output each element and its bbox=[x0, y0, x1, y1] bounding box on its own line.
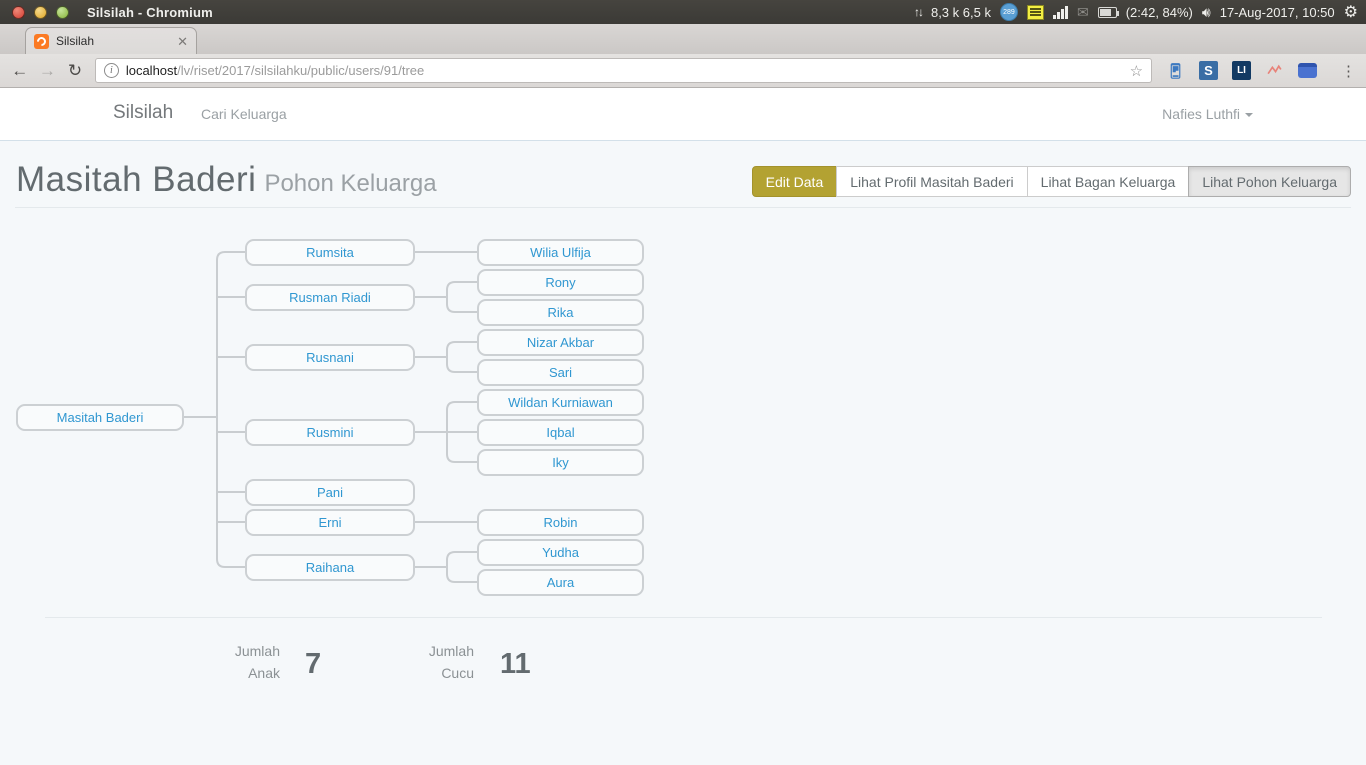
tree-node-nizar-akbar[interactable]: Nizar Akbar bbox=[477, 329, 644, 356]
tree-node-pani[interactable]: Pani bbox=[245, 479, 415, 506]
jumlah-cucu-value: 11 bbox=[500, 648, 531, 681]
tree-node-rumsita[interactable]: Rumsita bbox=[245, 239, 415, 266]
jumlah-anak-label: JumlahAnak bbox=[200, 640, 280, 684]
jumlah-cucu-label: JumlahCucu bbox=[394, 640, 474, 684]
tree-node-rony[interactable]: Rony bbox=[477, 269, 644, 296]
footer-divider bbox=[45, 617, 1322, 618]
tree-node-rusman-riadi[interactable]: Rusman Riadi bbox=[245, 284, 415, 311]
tree-node-sari[interactable]: Sari bbox=[477, 359, 644, 386]
jumlah-anak-value: 7 bbox=[305, 648, 321, 681]
tree-node-rika[interactable]: Rika bbox=[477, 299, 644, 326]
tree-node-iky[interactable]: Iky bbox=[477, 449, 644, 476]
tree-node-wilia-ulfija[interactable]: Wilia Ulfija bbox=[477, 239, 644, 266]
tree-node-robin[interactable]: Robin bbox=[477, 509, 644, 536]
tree-node-rusmini[interactable]: Rusmini bbox=[245, 419, 415, 446]
tree-node-wildan-kurniawan[interactable]: Wildan Kurniawan bbox=[477, 389, 644, 416]
tree-node-rusnani[interactable]: Rusnani bbox=[245, 344, 415, 371]
tree-node-iqbal[interactable]: Iqbal bbox=[477, 419, 644, 446]
tree-node-aura[interactable]: Aura bbox=[477, 569, 644, 596]
screen: Silsilah - Chromium ↑↓ 8,3 k 6,5 k 289 ✉… bbox=[0, 0, 1366, 765]
tree-node-raihana[interactable]: Raihana bbox=[245, 554, 415, 581]
tree-node-masitah-baderi[interactable]: Masitah Baderi bbox=[16, 404, 184, 431]
tree-node-yudha[interactable]: Yudha bbox=[477, 539, 644, 566]
tree-node-erni[interactable]: Erni bbox=[245, 509, 415, 536]
